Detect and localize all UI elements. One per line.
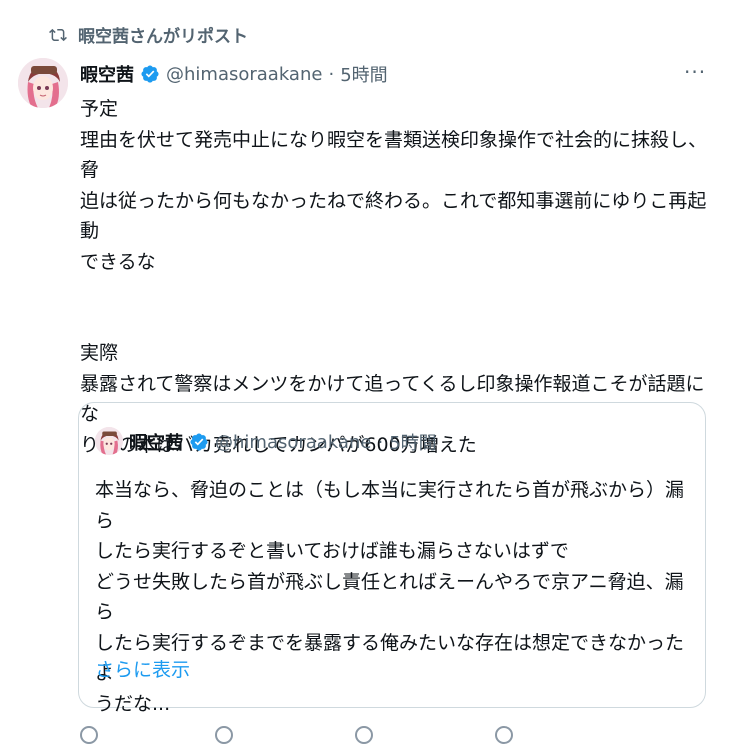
quote-line: うだな... bbox=[95, 692, 171, 715]
repost-icon bbox=[49, 28, 67, 41]
quote-avatar[interactable] bbox=[95, 427, 123, 455]
tweet-line: 実際 bbox=[80, 342, 119, 364]
quote-author-handle: @himasoraakane bbox=[215, 431, 372, 453]
views-icon[interactable] bbox=[495, 726, 513, 744]
avatar[interactable] bbox=[18, 58, 68, 108]
quote-line: どうせ失敗したら首が飛ぶし責任とればえーんやろで京アニ脅迫、漏ら bbox=[95, 570, 684, 624]
author-handle[interactable]: @himasoraakane bbox=[166, 64, 322, 85]
tweet-line: 理由を伏せて発売中止になり暇空を書類送検印象操作で社会的に抹殺し、脅 bbox=[80, 128, 708, 182]
timestamp[interactable]: 5時間 bbox=[340, 61, 387, 87]
separator-dot: · bbox=[328, 63, 335, 85]
repost-indicator[interactable]: 暇空茜さんがリポスト bbox=[48, 22, 248, 47]
quote-line: したら実行するぞと書いておけば誰も漏らさないはずで bbox=[95, 540, 569, 562]
tweet-header: 暇空茜 @himasoraakane · 5時間 bbox=[80, 61, 388, 87]
quote-text: 本当なら、脅迫のことは（もし本当に実行されたら首が飛ぶから）漏ら したら実行する… bbox=[95, 475, 695, 719]
tweet[interactable]: 暇空茜さんがリポスト 暇空茜 @himasoraakane · 5時間 ··· … bbox=[0, 0, 735, 744]
quoted-tweet[interactable]: 暇空茜 @himasoraakane · 5時間 本当なら、脅迫のことは（もし本… bbox=[78, 402, 706, 715]
author-name[interactable]: 暇空茜 bbox=[80, 61, 134, 87]
tweet-line: 迫は従ったから何もなかったねで終わる。これで都知事選前にゆりこ再起動 bbox=[80, 189, 707, 243]
show-more-link[interactable]: さらに表示 bbox=[95, 655, 190, 682]
quote-header: 暇空茜 @himasoraakane · 5時間 bbox=[129, 429, 437, 455]
more-icon[interactable]: ··· bbox=[684, 62, 706, 82]
repost-action-icon[interactable] bbox=[215, 726, 233, 744]
tweet-line: できるな bbox=[80, 250, 156, 273]
quote-line: 本当なら、脅迫のことは（もし本当に実行されたら首が飛ぶから）漏ら bbox=[95, 479, 685, 532]
tweet-line: 予定 bbox=[80, 98, 119, 120]
repost-label: 暇空茜さんがリポスト bbox=[78, 27, 248, 47]
separator-dot: · bbox=[377, 431, 384, 453]
reply-icon[interactable] bbox=[80, 726, 98, 744]
quote-timestamp: 5時間 bbox=[389, 433, 437, 454]
quote-author-name: 暇空茜 bbox=[129, 433, 183, 454]
action-bar bbox=[0, 722, 735, 744]
verified-badge-icon bbox=[190, 433, 208, 451]
like-icon[interactable] bbox=[355, 726, 373, 744]
verified-badge-icon bbox=[141, 65, 159, 83]
